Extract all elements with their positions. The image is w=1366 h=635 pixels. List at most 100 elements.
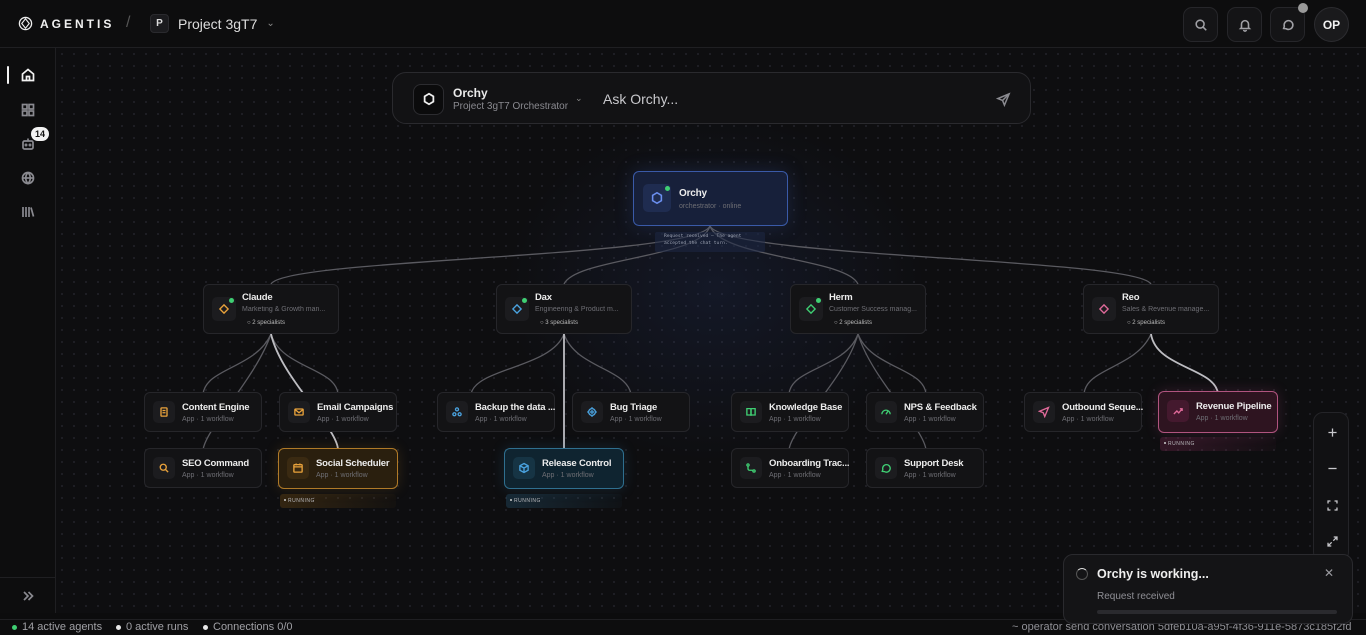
- breadcrumb-separator: /: [126, 14, 131, 31]
- search-button[interactable]: [1183, 7, 1218, 42]
- agent-node-claude[interactable]: Claude Marketing & Growth man... ○ 2 spe…: [203, 284, 339, 334]
- agentis-logo-icon: [18, 16, 33, 31]
- sidebar-item-library[interactable]: [14, 198, 42, 226]
- ask-orchy-bar: Orchy Project 3gT7 Orchestrator ⌄: [392, 72, 1031, 124]
- app-node-outbound-sequences[interactable]: Outbound Seque... App · 1 workflow: [1024, 392, 1144, 432]
- spinner-icon: [1076, 568, 1088, 580]
- active-indicator: [7, 66, 9, 84]
- app-name: Revenue Pipeline: [1196, 401, 1272, 412]
- minus-icon: [1327, 467, 1337, 469]
- app-name: Onboarding Trac...: [769, 458, 850, 469]
- zoom-out-button[interactable]: [1314, 450, 1350, 486]
- app-node-content-engine[interactable]: Content Engine App · 1 workflow: [144, 392, 262, 432]
- app-subtitle: App · 1 workflow: [1196, 415, 1248, 422]
- app-name: Social Scheduler: [316, 458, 390, 469]
- agent-specialists: ○ 2 specialists: [834, 320, 872, 326]
- app-node-release-control[interactable]: Release Control App · 1 workflow: [504, 448, 624, 489]
- send-icon: [995, 91, 1011, 107]
- app-node-knowledge-base[interactable]: Knowledge Base App · 1 workflow: [731, 392, 849, 432]
- app-subtitle: App · 1 workflow: [182, 416, 234, 423]
- orchestrator-subtitle: Project 3gT7 Orchestrator: [453, 101, 569, 112]
- target-icon: [581, 401, 603, 423]
- zoom-controls: [1313, 412, 1349, 562]
- app-subtitle: App · 1 workflow: [769, 416, 821, 423]
- calendar-icon: [287, 457, 309, 479]
- app-subtitle: App · 1 workflow: [1062, 416, 1114, 423]
- sidebar-item-home[interactable]: [14, 61, 42, 89]
- fit-view-button[interactable]: [1314, 487, 1350, 523]
- online-dot: [816, 298, 821, 303]
- mail-icon: [288, 401, 310, 423]
- app-node-backup-data[interactable]: Backup the data ... App · 1 workflow: [437, 392, 555, 432]
- agent-node-dax[interactable]: Dax Engineering & Product m... ○ 3 speci…: [496, 284, 632, 334]
- app-subtitle: App · 1 workflow: [769, 472, 821, 479]
- node-name: Orchy: [679, 188, 707, 199]
- project-initial: P: [150, 14, 169, 33]
- sidebar-expand-button[interactable]: [14, 582, 42, 610]
- notifications-button[interactable]: [1227, 7, 1262, 42]
- diamond-icon: [1092, 297, 1116, 321]
- agent-specialists: ○ 3 specialists: [540, 320, 578, 326]
- double-chevron-right-icon: [23, 591, 34, 601]
- app-subtitle: App · 1 workflow: [317, 416, 369, 423]
- toast-title: Orchy is working...: [1097, 567, 1209, 581]
- send-button[interactable]: [993, 89, 1013, 109]
- app-subtitle: App · 1 workflow: [610, 416, 662, 423]
- close-icon[interactable]: ✕: [1324, 566, 1334, 580]
- chat-icon: [875, 457, 897, 479]
- fit-icon: [1326, 499, 1338, 511]
- agent-role: Sales & Revenue manage...: [1122, 306, 1210, 313]
- route-icon: [740, 457, 762, 479]
- agent-role: Marketing & Growth man...: [242, 306, 326, 313]
- sidebar-divider: [0, 577, 56, 578]
- agent-specialists: ○ 2 specialists: [247, 320, 285, 326]
- agent-graph-canvas[interactable]: Orchy Project 3gT7 Orchestrator ⌄ Orchy …: [56, 48, 1366, 613]
- app-node-bug-triage[interactable]: Bug Triage App · 1 workflow: [572, 392, 690, 432]
- app-node-revenue-pipeline[interactable]: Revenue Pipeline App · 1 workflow: [1158, 391, 1278, 433]
- app-node-seo-command[interactable]: SEO Command App · 1 workflow: [144, 448, 262, 488]
- agent-node-reo[interactable]: Reo Sales & Revenue manage... ○ 2 specia…: [1083, 284, 1219, 334]
- app-subtitle: App · 1 workflow: [182, 472, 234, 479]
- root-node-orchy[interactable]: Orchy orchestrator · online: [633, 171, 788, 226]
- sidebar-item-network[interactable]: [14, 164, 42, 192]
- send-icon: [1033, 401, 1055, 423]
- agent-name: Dax: [535, 292, 552, 303]
- app-subtitle: App · 1 workflow: [316, 472, 368, 479]
- app-node-nps-feedback[interactable]: NPS & Feedback App · 1 workflow: [866, 392, 984, 432]
- user-avatar[interactable]: OP: [1314, 7, 1349, 42]
- app-name: Support Desk: [904, 458, 964, 469]
- online-dot: [229, 298, 234, 303]
- orchestrator-name: Orchy: [453, 86, 488, 100]
- sidebar-item-apps[interactable]: [14, 96, 42, 124]
- app-name: Outbound Seque...: [1062, 402, 1144, 413]
- plus-icon: [1327, 427, 1337, 437]
- brand-logo[interactable]: AGENTIS: [18, 16, 114, 31]
- running-status: RUNNING: [280, 494, 396, 508]
- app-node-onboarding-tracker[interactable]: Onboarding Trac... App · 1 workflow: [731, 448, 850, 488]
- project-name: Project 3gT7: [178, 15, 258, 32]
- orchestrator-selector[interactable]: Orchy Project 3gT7 Orchestrator: [413, 83, 583, 115]
- ask-orchy-input[interactable]: [603, 88, 973, 110]
- avatar-status-dot: [1298, 3, 1308, 13]
- status-active-agents: 14 active agents: [12, 621, 102, 633]
- project-switcher[interactable]: P Project 3gT7 ⌄: [150, 14, 275, 33]
- app-name: Bug Triage: [610, 402, 658, 413]
- brand-name: AGENTIS: [40, 16, 115, 31]
- app-node-email-campaigns[interactable]: Email Campaigns App · 1 workflow: [279, 392, 397, 432]
- app-name: Release Control: [542, 458, 612, 469]
- agent-role: Customer Success manag...: [829, 306, 917, 313]
- app-node-support-desk[interactable]: Support Desk App · 1 workflow: [866, 448, 984, 488]
- zoom-in-button[interactable]: [1314, 414, 1350, 450]
- hexagon-icon: [413, 83, 444, 115]
- online-dot: [522, 298, 527, 303]
- chevron-down-icon[interactable]: ⌄: [575, 93, 583, 104]
- agent-role: Engineering & Product m...: [535, 306, 619, 313]
- app-node-social-scheduler[interactable]: Social Scheduler App · 1 workflow: [278, 448, 398, 489]
- trend-icon: [1167, 400, 1189, 422]
- app-name: Email Campaigns: [317, 402, 394, 413]
- agent-node-herm[interactable]: Herm Customer Success manag... ○ 2 speci…: [790, 284, 926, 334]
- grid-icon: [21, 103, 35, 117]
- agent-name: Claude: [242, 292, 273, 303]
- nodes-icon: [446, 401, 468, 423]
- gauge-icon: [875, 401, 897, 423]
